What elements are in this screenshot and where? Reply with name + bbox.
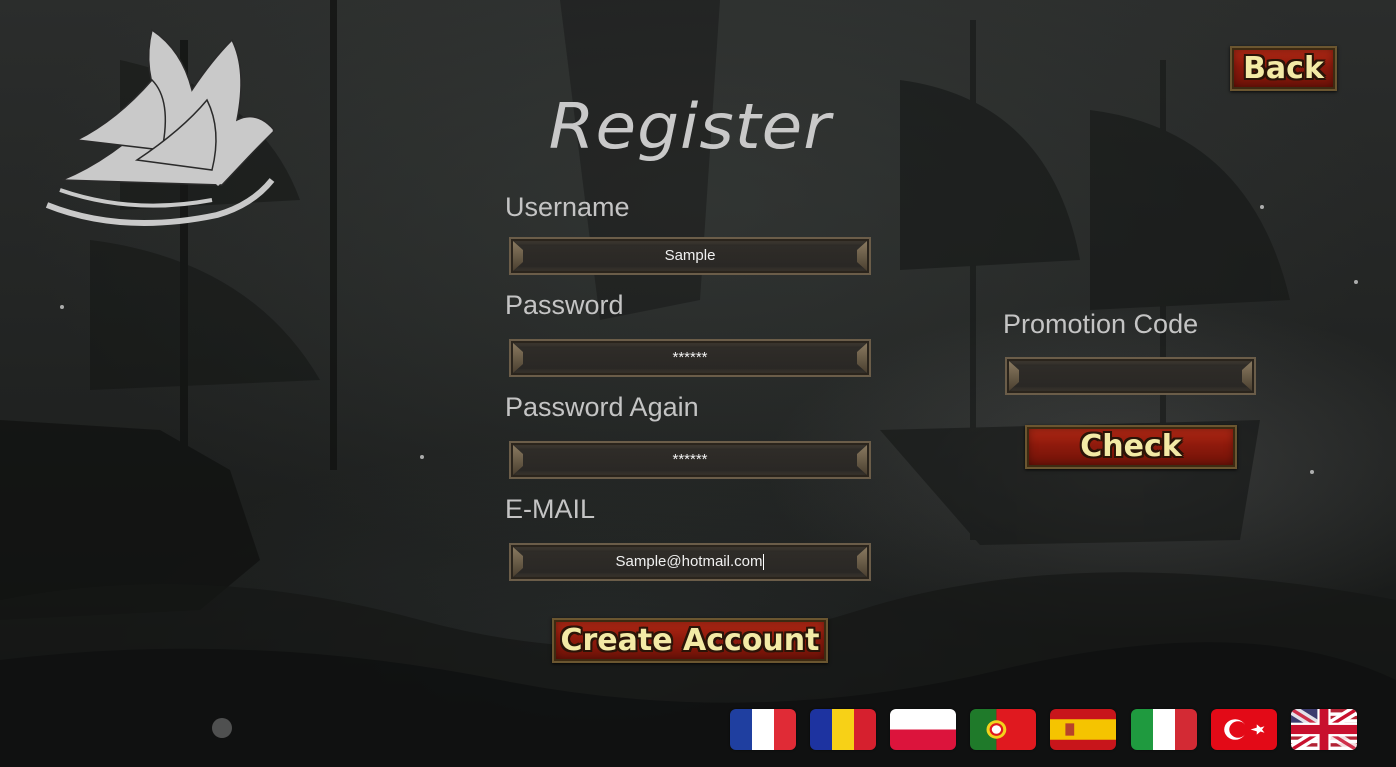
- italian-flag-icon[interactable]: [1131, 709, 1197, 750]
- email-label: E-MAIL: [505, 494, 596, 524]
- turkish-flag-icon[interactable]: [1211, 709, 1277, 750]
- email-field[interactable]: Sample@hotmail.com: [509, 543, 871, 581]
- check-button[interactable]: Check: [1025, 425, 1237, 469]
- password-again-value: ******: [672, 451, 708, 468]
- spanish-flag-icon[interactable]: [1050, 709, 1116, 750]
- password-again-label: Password Again: [505, 392, 699, 422]
- french-flag-icon[interactable]: [730, 709, 796, 750]
- email-value: Sample@hotmail.com: [615, 553, 763, 570]
- password-value: ******: [672, 349, 708, 366]
- password-label: Password: [505, 290, 624, 320]
- text-cursor: [763, 554, 765, 571]
- username-value: Sample: [664, 247, 716, 264]
- password-again-field[interactable]: ******: [509, 441, 871, 479]
- romanian-flag-icon[interactable]: [810, 709, 876, 750]
- password-field[interactable]: ******: [509, 339, 871, 377]
- create-account-button[interactable]: Create Account: [552, 618, 828, 663]
- promotion-code-label: Promotion Code: [1003, 309, 1199, 339]
- polish-flag-icon[interactable]: [890, 709, 956, 750]
- english-flag-icon[interactable]: [1291, 709, 1357, 750]
- page-title: Register: [548, 89, 832, 164]
- portuguese-flag-icon[interactable]: [970, 709, 1036, 750]
- username-label: Username: [505, 192, 630, 222]
- back-button[interactable]: Back: [1230, 46, 1337, 91]
- ship-logo-icon: [45, 28, 276, 226]
- promotion-code-field[interactable]: [1005, 357, 1256, 395]
- username-field[interactable]: Sample: [509, 237, 871, 275]
